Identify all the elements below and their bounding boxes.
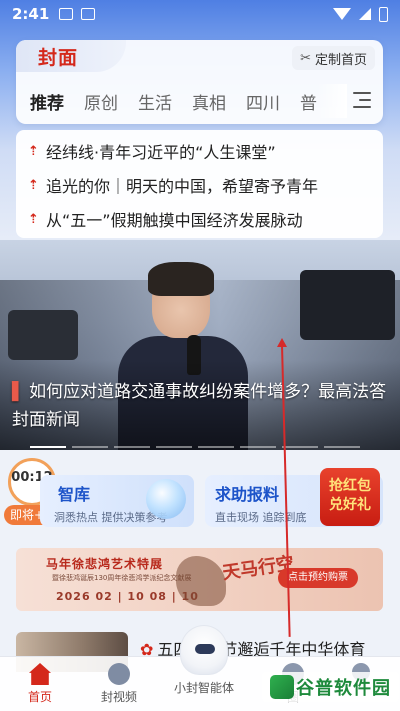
tab-truth[interactable]: 真相	[192, 89, 226, 114]
site-watermark: 谷普软件园	[262, 672, 399, 702]
think-tank-card[interactable]: 智库 洞悉热点 提供决策参考	[40, 475, 194, 527]
headline-item[interactable]: ⇡ 经纬线·青年习近平的“人生课堂”	[16, 134, 383, 168]
watermark-logo-icon	[270, 675, 294, 699]
nav-home[interactable]: 首页	[5, 657, 75, 705]
wifi-icon	[333, 8, 351, 20]
horse-painting	[176, 556, 226, 606]
tab-more-partial[interactable]: 普	[300, 89, 317, 114]
app-notification-icon	[81, 8, 96, 20]
red-packet-button[interactable]: 抢红包 兑好礼	[320, 468, 380, 526]
customize-homepage-button[interactable]: ✂ 定制首页	[292, 46, 375, 70]
banner-date: 2026 02 | 10 08 | 10	[56, 590, 199, 603]
gallery-notification-icon	[59, 8, 74, 20]
channel-card: 封面 ✂ 定制首页 推荐 原创 生活 真相 四川 普	[16, 40, 383, 124]
home-icon	[29, 663, 51, 685]
headline-item[interactable]: ⇡ 追光的你｜明天的中国，希望寄予青年	[16, 168, 383, 202]
nav-video[interactable]: 封视频	[84, 657, 154, 705]
hero-title: ▌ 如何应对道路交通事故纠纷案件增多？最高法答封面新闻	[12, 382, 387, 430]
customize-label: 定制首页	[314, 52, 367, 68]
pin-icon: ⇡	[28, 177, 39, 193]
robot-mascot-icon	[180, 625, 228, 675]
camera-shape	[8, 310, 78, 360]
book-ticket-button[interactable]: 点击预约购票	[278, 568, 358, 588]
carousel-indicator	[30, 446, 360, 448]
channel-tabs: 推荐 原创 生活 真相 四川 普	[16, 84, 383, 118]
customize-icon: ✂	[300, 50, 311, 66]
brand-logo[interactable]: 封面	[16, 40, 126, 72]
pin-icon: ⇡	[28, 211, 39, 227]
tab-life[interactable]: 生活	[138, 89, 172, 114]
orb-icon	[146, 479, 186, 519]
tab-sichuan[interactable]: 四川	[246, 89, 280, 114]
headline-item[interactable]: ⇡ 从“五一”假期触摸中国经济发展脉动	[16, 202, 383, 236]
hero-carousel[interactable]: ▌ 如何应对道路交通事故纠纷案件增多？最高法答封面新闻	[0, 240, 400, 450]
exhibition-banner[interactable]: 马年徐悲鸿艺术特展 暨徐悲鸿诞辰130周年徐悲鸿学派纪念文献展 2026 02 …	[16, 548, 383, 611]
battery-icon	[379, 6, 388, 22]
banner-subtitle: 暨徐悲鸿诞辰130周年徐悲鸿学派纪念文献展	[52, 574, 192, 582]
play-icon	[108, 663, 130, 685]
status-time: 2:41	[12, 5, 50, 23]
signal-icon	[359, 8, 371, 20]
hero-marker-icon: ▌	[12, 382, 26, 402]
pin-icon: ⇡	[28, 143, 39, 159]
annotation-arrowhead	[277, 338, 287, 347]
channel-menu-icon[interactable]	[353, 92, 371, 108]
status-bar: 2:41	[0, 0, 400, 28]
banner-title: 马年徐悲鸿艺术特展	[46, 557, 164, 571]
tab-original[interactable]: 原创	[84, 89, 118, 114]
tab-recommend[interactable]: 推荐	[30, 89, 64, 114]
top-headlines: ⇡ 经纬线·青年习近平的“人生课堂” ⇡ 追光的你｜明天的中国，希望寄予青年 ⇡ 从“…	[16, 130, 383, 238]
nav-ai-agent[interactable]: 小封智能体	[164, 625, 244, 696]
camera-shape	[300, 270, 395, 340]
